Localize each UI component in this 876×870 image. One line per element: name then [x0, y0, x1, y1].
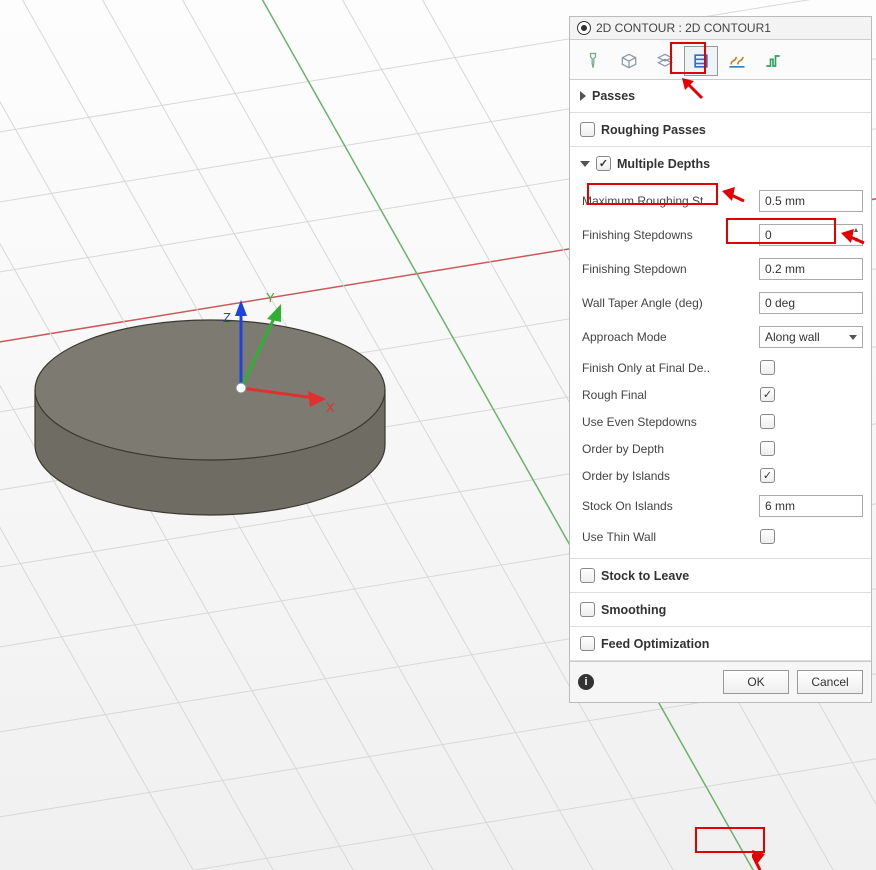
order-depth-label: Order by Depth [582, 442, 760, 456]
order-islands-label: Order by Islands [582, 469, 760, 483]
section-multiple-depths: ✓ Multiple Depths Maximum Roughing St.. … [570, 147, 871, 559]
rough-final-checkbox[interactable] [760, 387, 775, 402]
spinner-up-icon[interactable]: ▲ [850, 225, 862, 235]
tab-heights[interactable] [648, 46, 682, 76]
tab-linking[interactable] [720, 46, 754, 76]
settings-panel: 2D CONTOUR : 2D CONTOUR1 Passes [569, 16, 872, 703]
row-rough-final: Rough Final [580, 381, 865, 408]
multiple-depths-label: Multiple Depths [617, 157, 710, 171]
stock-to-leave-header[interactable]: Stock to Leave [570, 559, 871, 592]
section-passes-label: Passes [592, 89, 635, 103]
tab-geometry[interactable] [612, 46, 646, 76]
section-passes-header[interactable]: Passes [570, 80, 871, 112]
use-even-label: Use Even Stepdowns [582, 415, 760, 429]
heights-icon [655, 51, 675, 71]
info-icon[interactable]: i [578, 674, 594, 690]
chevron-right-icon [580, 91, 586, 101]
cancel-button[interactable]: Cancel [797, 670, 863, 694]
finishing-stepdowns-input[interactable] [759, 224, 863, 246]
row-wall-taper: Wall Taper Angle (deg) [580, 286, 865, 320]
spinner-down-icon[interactable]: ▼ [850, 235, 862, 245]
passes-icon [691, 51, 711, 71]
bullet-icon [578, 22, 590, 34]
row-order-islands: Order by Islands [580, 462, 865, 489]
geometry-icon [619, 51, 639, 71]
tab-strip [570, 40, 871, 80]
section-smoothing: Smoothing [570, 593, 871, 627]
tab-cycles[interactable] [756, 46, 790, 76]
max-rough-stepdown-label: Maximum Roughing St.. [582, 194, 759, 208]
row-max-rough-stepdown: Maximum Roughing St.. [580, 184, 865, 218]
roughing-passes-checkbox[interactable] [580, 122, 595, 137]
chevron-down-icon [580, 161, 590, 167]
row-approach-mode: Approach Mode Along wall [580, 320, 865, 354]
section-multiple-depths-header[interactable]: ✓ Multiple Depths [570, 147, 871, 180]
caret-down-icon [849, 335, 857, 340]
smoothing-checkbox[interactable] [580, 602, 595, 617]
max-rough-stepdown-input[interactable] [759, 190, 863, 212]
approach-mode-value: Along wall [765, 330, 820, 344]
feed-opt-checkbox[interactable] [580, 636, 595, 651]
section-roughing-passes-header[interactable]: Roughing Passes [570, 113, 871, 146]
wall-taper-input[interactable] [759, 292, 863, 314]
model-disc [35, 320, 385, 515]
row-use-even: Use Even Stepdowns [580, 408, 865, 435]
tool-icon [583, 51, 603, 71]
order-islands-checkbox[interactable] [760, 468, 775, 483]
approach-mode-label: Approach Mode [582, 330, 759, 344]
stock-on-islands-input[interactable] [759, 495, 863, 517]
row-finishing-stepdowns: Finishing Stepdowns ▲▼ [580, 218, 865, 252]
wall-taper-label: Wall Taper Angle (deg) [582, 296, 759, 310]
panel-title-bar[interactable]: 2D CONTOUR : 2D CONTOUR1 [570, 17, 871, 40]
use-thin-wall-label: Use Thin Wall [582, 530, 760, 544]
multiple-depths-checkbox[interactable]: ✓ [596, 156, 611, 171]
axis-y-label: Y [266, 290, 275, 305]
finish-final-only-checkbox[interactable] [760, 360, 775, 375]
roughing-passes-label: Roughing Passes [601, 123, 706, 137]
section-roughing-passes: Roughing Passes [570, 113, 871, 147]
cycles-icon [763, 51, 783, 71]
row-finish-final-only: Finish Only at Final De.. [580, 354, 865, 381]
rough-final-label: Rough Final [582, 388, 760, 402]
smoothing-label: Smoothing [601, 603, 666, 617]
panel-title-text: 2D CONTOUR : 2D CONTOUR1 [596, 21, 771, 35]
row-finishing-stepdown: Finishing Stepdown [580, 252, 865, 286]
smoothing-header[interactable]: Smoothing [570, 593, 871, 626]
finish-final-only-label: Finish Only at Final De.. [582, 361, 760, 375]
stock-to-leave-checkbox[interactable] [580, 568, 595, 583]
section-passes: Passes [570, 80, 871, 113]
finishing-stepdown-label: Finishing Stepdown [582, 262, 759, 276]
feed-opt-label: Feed Optimization [601, 637, 709, 651]
use-even-checkbox[interactable] [760, 414, 775, 429]
stock-on-islands-label: Stock On Islands [582, 499, 759, 513]
tab-tool[interactable] [576, 46, 610, 76]
linking-icon [727, 51, 747, 71]
multiple-depths-body: Maximum Roughing St.. Finishing Stepdown… [570, 180, 871, 558]
row-stock-on-islands: Stock On Islands [580, 489, 865, 523]
finishing-stepdown-input[interactable] [759, 258, 863, 280]
approach-mode-select[interactable]: Along wall [759, 326, 863, 348]
stock-to-leave-label: Stock to Leave [601, 569, 689, 583]
section-feed-opt: Feed Optimization [570, 627, 871, 661]
section-stock-to-leave: Stock to Leave [570, 559, 871, 593]
row-order-depth: Order by Depth [580, 435, 865, 462]
use-thin-wall-checkbox[interactable] [760, 529, 775, 544]
axis-x-label: X [326, 400, 335, 415]
tab-passes[interactable] [684, 46, 718, 76]
row-use-thin-wall: Use Thin Wall [580, 523, 865, 550]
order-depth-checkbox[interactable] [760, 441, 775, 456]
ok-button[interactable]: OK [723, 670, 789, 694]
panel-footer: i OK Cancel [570, 661, 871, 702]
feed-opt-header[interactable]: Feed Optimization [570, 627, 871, 660]
axis-z-label: Z [223, 310, 231, 325]
finishing-stepdowns-label: Finishing Stepdowns [582, 228, 759, 242]
